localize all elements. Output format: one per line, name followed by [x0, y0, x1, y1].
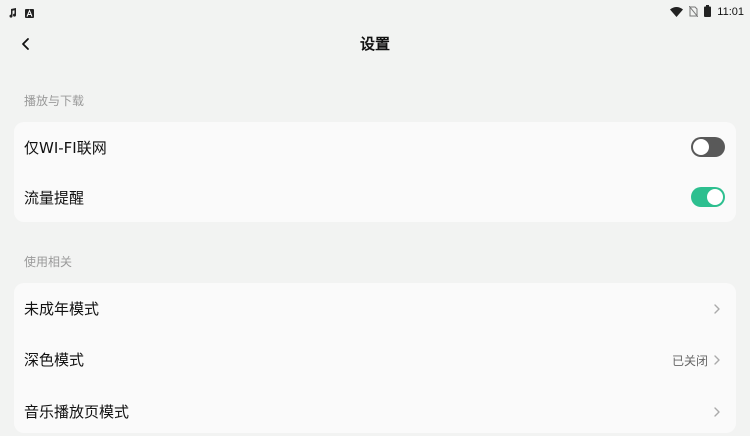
no-sim-icon: [688, 2, 699, 21]
page-title: 设置: [359, 35, 390, 53]
setting-label: 流量提醒: [24, 189, 85, 207]
status-bar: 11:01: [0, 0, 750, 18]
setting-row-wifi-only[interactable]: 仅WI-FI联网: [14, 122, 736, 172]
setting-row-player-page-mode[interactable]: 音乐播放页模式: [14, 386, 736, 436]
setting-row-data-alert[interactable]: 流量提醒: [14, 172, 736, 222]
setting-row-minor-mode[interactable]: 未成年模式: [14, 283, 736, 333]
toggle-knob: [707, 189, 723, 205]
setting-label: 深色模式: [24, 351, 85, 369]
chevron-right-icon: [712, 301, 722, 315]
data-alert-toggle[interactable]: [691, 187, 725, 207]
chevron-right-icon: [712, 352, 722, 366]
status-time: 11:01: [717, 5, 744, 18]
battery-icon: [704, 2, 712, 21]
app-a-icon: [25, 3, 34, 22]
settings-card-playback: 仅WI-FI联网 流量提醒: [14, 122, 736, 222]
section-title-playback: 播放与下载: [24, 94, 85, 108]
music-note-icon: [8, 3, 17, 22]
toggle-knob: [693, 139, 709, 155]
app-header: 设置: [0, 24, 750, 64]
wifi-icon: [670, 2, 684, 21]
section-title-usage: 使用相关: [24, 255, 73, 269]
setting-row-dark-mode[interactable]: 深色模式 已关闭: [14, 334, 736, 384]
setting-label: 未成年模式: [24, 300, 100, 318]
settings-card-usage: 未成年模式 深色模式 已关闭 音乐播放页模式: [14, 283, 736, 433]
setting-label: 仅WI-FI联网: [24, 139, 107, 157]
setting-label: 音乐播放页模式: [24, 403, 130, 421]
dark-mode-value: 已关闭: [671, 354, 708, 368]
wifi-only-toggle[interactable]: [691, 137, 725, 157]
chevron-right-icon: [712, 404, 722, 418]
